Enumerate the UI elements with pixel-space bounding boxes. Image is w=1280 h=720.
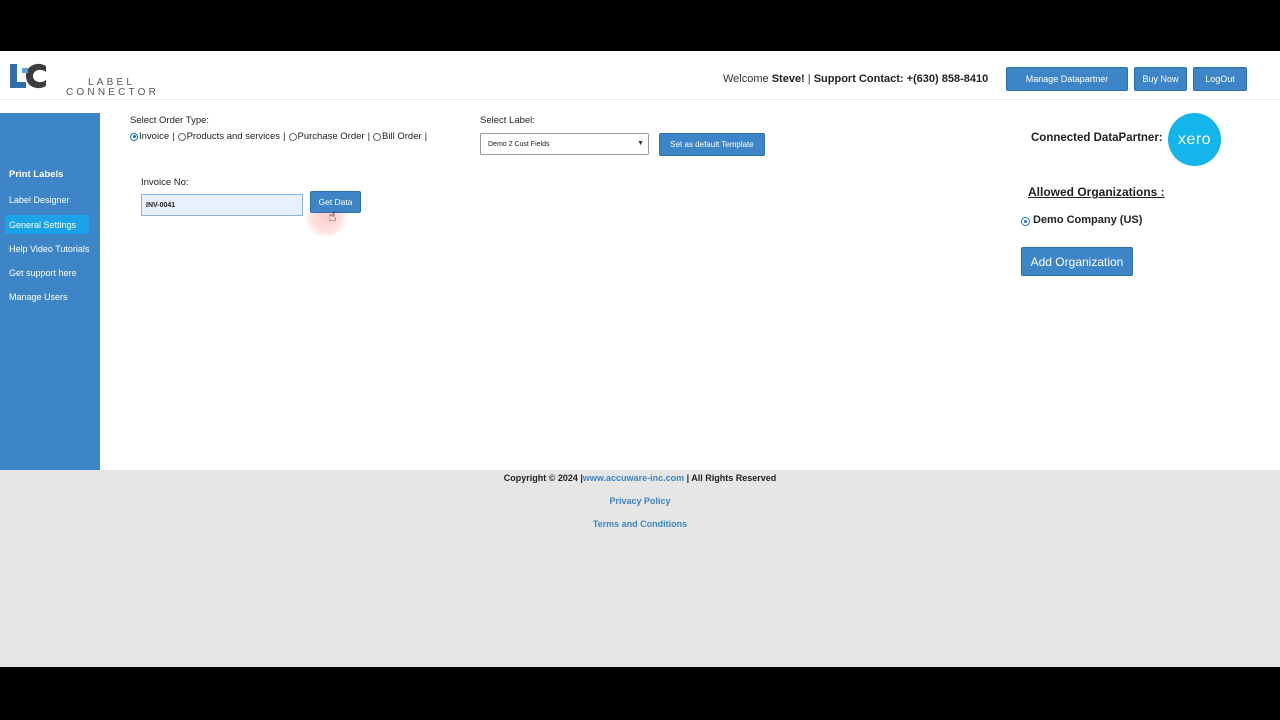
sidebar: Print Labels Label Designer General Sett…	[0, 113, 100, 470]
manage-datapartner-button[interactable]: Manage Datapartner	[1006, 67, 1128, 91]
sidebar-item-get-support[interactable]: Get support here	[5, 263, 89, 282]
sidebar-item-label-designer[interactable]: Label Designer	[5, 190, 89, 209]
chevron-down-icon: ▼	[637, 140, 644, 147]
separator: |	[172, 131, 175, 142]
sidebar-item-print-labels[interactable]: Print Labels	[5, 165, 89, 184]
app-window: LABEL CONNECTOR Welcome Steve! | Support…	[0, 51, 1280, 667]
sidebar-item-general-settings[interactable]: General Settings	[5, 215, 89, 234]
separator: |	[367, 131, 371, 142]
label-template-select[interactable]: Demo 2 Cust Fields ▼	[480, 133, 649, 155]
footer: Copyright © 2024 |www.accuware-inc.com |…	[0, 470, 1280, 667]
radio-purchase-order-label: Purchase Order	[297, 131, 365, 142]
order-type-radio-group: Invoice | Products and services | Purchase…	[130, 131, 430, 142]
organization-item: Demo Company (US)	[1021, 213, 1142, 226]
logout-button[interactable]: LogOut	[1193, 67, 1247, 91]
radio-bill-order[interactable]	[373, 132, 382, 141]
radio-bill-order-label: Bill Order	[382, 131, 422, 142]
header-separator: |	[804, 73, 814, 85]
radio-products-services[interactable]	[177, 132, 186, 141]
radio-products-services-label: Products and services	[186, 131, 281, 142]
xero-logo-icon: xero	[1168, 113, 1221, 166]
terms-conditions-link[interactable]: Terms and Conditions	[593, 519, 687, 529]
organization-name: Demo Company (US)	[1033, 213, 1143, 226]
set-default-template-button[interactable]: Set as default Template	[659, 133, 765, 156]
sidebar-item-manage-users[interactable]: Manage Users	[5, 287, 89, 306]
radio-purchase-order[interactable]	[288, 132, 297, 141]
separator: |	[424, 131, 428, 142]
label-connector-logo[interactable]: LABEL CONNECTOR	[8, 62, 158, 98]
copyright-line: Copyright © 2024 |www.accuware-inc.com |…	[0, 473, 1280, 483]
select-label-title: Select Label:	[480, 115, 535, 126]
logo-wordmark: LABEL CONNECTOR	[66, 78, 159, 98]
hand-pointer-icon: ☝	[328, 208, 337, 224]
video-letterbox-top	[0, 0, 1280, 51]
copyright-text: Copyright © 2024 |	[503, 473, 583, 483]
order-type-label: Select Order Type:	[130, 115, 210, 126]
organization-radio[interactable]	[1021, 217, 1030, 226]
buy-now-button[interactable]: Buy Now	[1134, 67, 1187, 91]
header: LABEL CONNECTOR Welcome Steve! | Support…	[0, 51, 1280, 100]
allowed-organizations-title: Allowed Organizations :	[1028, 185, 1165, 199]
connected-datapartner-label: Connected DataPartner:	[1031, 132, 1163, 144]
radio-invoice-label: Invoice	[139, 131, 170, 142]
separator: |	[283, 131, 286, 142]
video-letterbox-bottom	[0, 667, 1280, 720]
support-contact: Support Contact: +(630) 858-8410	[813, 73, 989, 85]
radio-invoice[interactable]	[130, 132, 138, 141]
label-template-value: Demo 2 Cust Fields	[488, 140, 550, 148]
sidebar-item-help-video-tutorials[interactable]: Help Video Tutorials	[5, 239, 89, 258]
privacy-policy-link[interactable]: Privacy Policy	[609, 496, 670, 506]
welcome-prefix: Welcome	[723, 73, 772, 85]
user-name: Steve!	[771, 73, 805, 85]
logo-line-2: CONNECTOR	[66, 87, 160, 98]
rights-text: | All Rights Reserved	[684, 473, 777, 483]
welcome-text: Welcome Steve! | Support Contact: +(630)…	[723, 73, 988, 85]
invoice-no-label: Invoice No:	[141, 177, 189, 188]
lc-logo-icon	[10, 63, 46, 89]
website-link[interactable]: www.accuware-inc.com	[583, 473, 684, 483]
invoice-number-input[interactable]: INV-0041	[141, 194, 303, 216]
add-organization-button[interactable]: Add Organization	[1021, 247, 1133, 276]
